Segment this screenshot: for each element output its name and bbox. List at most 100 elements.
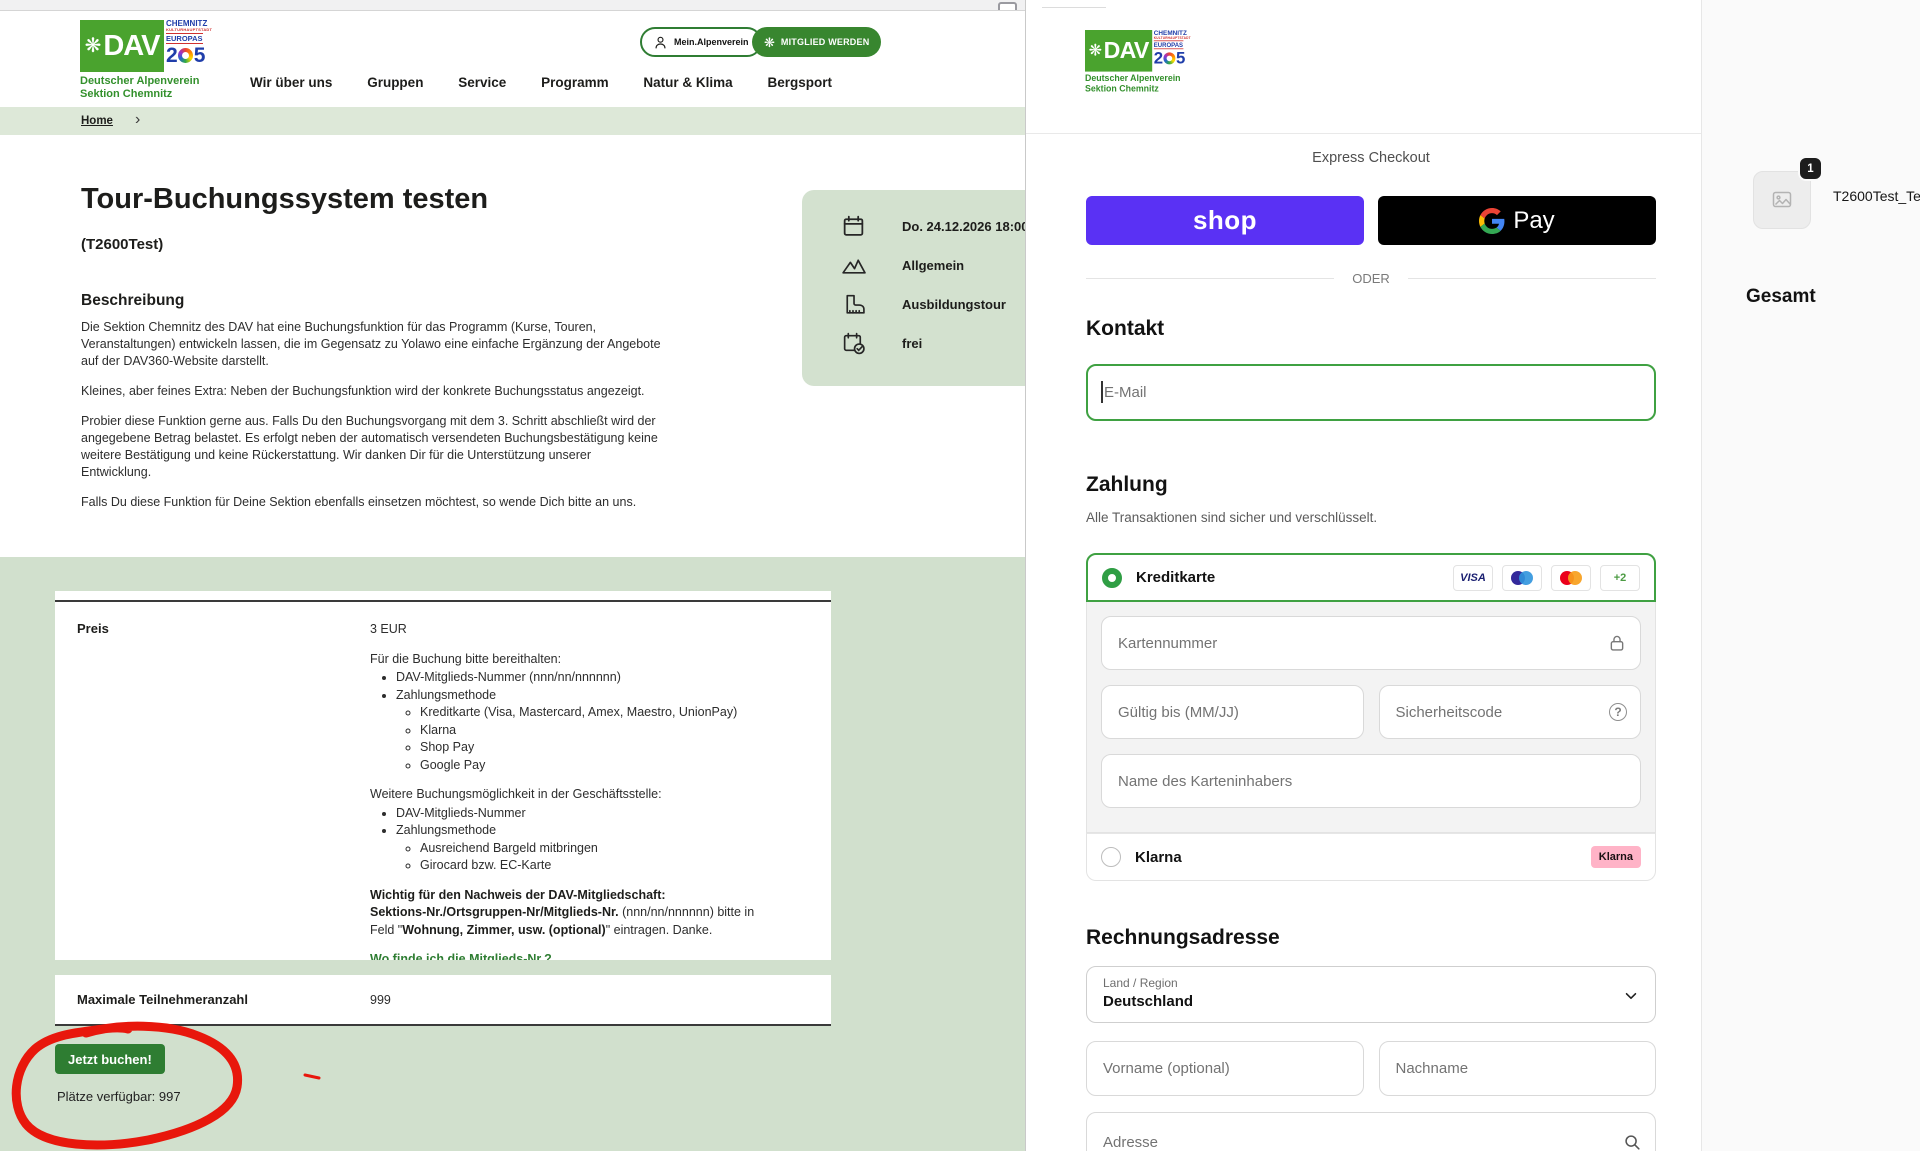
jetzt-buchen-button[interactable]: Jetzt buchen!	[55, 1044, 165, 1074]
nav-item-gruppen[interactable]: Gruppen	[367, 75, 423, 90]
klarna-logo-badge: Klarna	[1591, 846, 1641, 868]
breadcrumb: Home ›	[0, 107, 1025, 135]
nav-item-service[interactable]: Service	[458, 75, 506, 90]
booking-details-card: Preis 3 EUR Für die Buchung bitte bereit…	[55, 591, 831, 960]
expiry-wrap	[1101, 685, 1364, 739]
list-item-label: DAV-Mitglieds-Nummer	[396, 806, 526, 820]
last-name-wrap	[1379, 1041, 1657, 1096]
credit-card-option[interactable]: Kreditkarte VISA +2	[1086, 553, 1656, 602]
image-placeholder-icon	[1771, 189, 1793, 211]
org-line: Sektion Chemnitz	[80, 88, 172, 100]
info-row-date: Do. 24.12.2026 18:00 U	[802, 207, 1025, 246]
list-item: Ausreichend Bargeld mitbringen	[420, 840, 810, 858]
list-item-label: Google Pay	[420, 758, 485, 772]
edelweiss-icon: ❋	[85, 36, 102, 56]
cvc-wrap: ?	[1379, 685, 1642, 739]
radio-selected-icon[interactable]	[1102, 568, 1122, 588]
last-name-input[interactable]	[1379, 1041, 1657, 1096]
more-brands-badge: +2	[1600, 565, 1640, 591]
shop-pay-wordmark: shop	[1193, 205, 1257, 236]
prepare-heading: Für die Buchung bitte bereithalten:	[370, 651, 810, 669]
nav-item-wir-ueber-uns[interactable]: Wir über uns	[250, 75, 332, 90]
expiry-input[interactable]	[1101, 685, 1364, 739]
billing-heading: Rechnungsadresse	[1086, 926, 1280, 950]
calendar-icon	[840, 214, 867, 239]
member-number-link[interactable]: Wo finde ich die Mitglieds-Nr.?	[370, 952, 552, 960]
prepare-sublist: Kreditkarte (Visa, Mastercard, Amex, Mae…	[396, 704, 810, 774]
info-type-label: Ausbildungstour	[902, 297, 1006, 312]
breadcrumb-home-link[interactable]: Home	[81, 115, 113, 127]
boot-icon	[840, 292, 867, 317]
card-number-input[interactable]	[1101, 616, 1641, 670]
tour-info-box: Do. 24.12.2026 18:00 U Allgemein Ausbild…	[802, 190, 1025, 386]
person-icon	[653, 35, 668, 50]
nav-item-programm[interactable]: Programm	[541, 75, 609, 90]
site-header: ❋ DAV CHEMNITZ KULTURHAUPTSTADT EUROPAS …	[0, 11, 1025, 107]
total-label: Gesamt	[1746, 286, 1816, 308]
info-row-status: frei	[802, 324, 1025, 363]
availability-text: Plätze verfügbar: 997	[57, 1089, 181, 1104]
mitglied-werden-button[interactable]: ❋ MITGLIED WERDEN	[752, 27, 881, 57]
google-g-icon	[1479, 208, 1505, 234]
mein-alpenverein-button[interactable]: Mein.Alpenverein	[640, 27, 762, 57]
dav-wordmark: DAV	[103, 32, 159, 61]
account-button-label: Mein.Alpenverein	[674, 37, 749, 47]
help-icon[interactable]: ?	[1609, 703, 1627, 721]
list-item: Klarna	[420, 722, 810, 740]
description-line: Falls Du diese Funktion für Deine Sektio…	[81, 494, 801, 511]
description-line: Kleines, aber feines Extra: Neben der Bu…	[81, 383, 801, 400]
order-item-title: T2600Test_Te	[1833, 188, 1920, 204]
info-row-type: Ausbildungstour	[802, 285, 1025, 324]
info-category-label: Allgemein	[902, 258, 964, 273]
list-item: Girocard bzw. EC-Karte	[420, 857, 810, 875]
list-item-label: Shop Pay	[420, 740, 474, 754]
browser-icon-fragment	[998, 2, 1017, 11]
main-navigation: Wir über uns Gruppen Service Programm Na…	[250, 75, 832, 90]
oder-divider: ODER	[1086, 271, 1656, 286]
country-select-label: Land / Region	[1103, 976, 1639, 990]
contact-heading: Kontakt	[1086, 317, 1164, 341]
card-brand-badges: VISA +2	[1453, 565, 1640, 591]
email-input[interactable]	[1086, 364, 1656, 421]
nav-item-natur-klima[interactable]: Natur & Klima	[643, 75, 732, 90]
chemnitz-2025-logo: CHEMNITZ KULTURHAUPTSTADT EUROPAS 2 5	[166, 20, 218, 66]
europas-label: EUROPAS	[166, 33, 203, 44]
credit-card-label: Kreditkarte	[1136, 569, 1439, 586]
description-line: Probier diese Funktion gerne aus. Falls …	[81, 413, 801, 430]
mountains-icon	[840, 253, 867, 278]
membership-note: Wichtig für den Nachweis der DAV-Mitglie…	[370, 887, 810, 940]
cvc-input[interactable]	[1379, 685, 1642, 739]
klarna-label: Klarna	[1135, 849, 1577, 866]
dav-logo[interactable]: ❋ DAV CHEMNITZ KULTURHAUPTSTADT EUROPAS …	[80, 20, 218, 100]
quantity-badge: 1	[1798, 156, 1823, 181]
google-pay-button[interactable]: Pay	[1378, 196, 1656, 245]
chevron-down-icon	[1623, 988, 1639, 1004]
order-summary-sidebar: 1 T2600Test_Te Gesamt	[1701, 0, 1920, 1151]
note-bold: Wichtig für den Nachweis der DAV-Mitglie…	[370, 888, 666, 902]
calendar-check-icon	[840, 331, 867, 356]
office-heading: Weitere Buchungsmöglichkeit in der Gesch…	[370, 786, 810, 804]
checkout-form-column: Express Checkout shop Pay ODER Kontakt	[1086, 0, 1656, 1151]
radio-unselected-icon[interactable]	[1101, 847, 1121, 867]
note-text: (nnn/nn/nnnnnn) bitte in	[619, 905, 755, 919]
dav-logo-box: ❋ DAV	[80, 20, 164, 72]
screenshot-canvas: ❋ DAV CHEMNITZ KULTURHAUPTSTADT EUROPAS …	[0, 0, 1920, 1151]
country-select[interactable]: Land / Region Deutschland	[1086, 966, 1656, 1023]
cardholder-name-input[interactable]	[1101, 754, 1641, 808]
page-subtitle: (T2600Test)	[81, 236, 163, 253]
divider-line	[1086, 278, 1334, 279]
klarna-option[interactable]: Klarna Klarna	[1086, 833, 1656, 881]
description-paragraph: Kleines, aber feines Extra: Neben der Bu…	[81, 383, 801, 400]
address-input[interactable]	[1086, 1112, 1656, 1151]
description-heading: Beschreibung	[81, 292, 184, 310]
list-item-label: Ausreichend Bargeld mitbringen	[420, 841, 598, 855]
express-checkout-buttons: shop Pay	[1086, 196, 1656, 245]
list-item: Zahlungsmethode Kreditkarte (Visa, Maste…	[396, 687, 810, 775]
list-item: Shop Pay	[420, 739, 810, 757]
shop-pay-button[interactable]: shop	[1086, 196, 1364, 245]
first-name-wrap	[1086, 1041, 1364, 1096]
price-value: 3 EUR	[370, 621, 810, 639]
list-item: Zahlungsmethode Ausreichend Bargeld mitb…	[396, 822, 810, 875]
nav-item-bergsport[interactable]: Bergsport	[767, 75, 832, 90]
first-name-input[interactable]	[1086, 1041, 1364, 1096]
